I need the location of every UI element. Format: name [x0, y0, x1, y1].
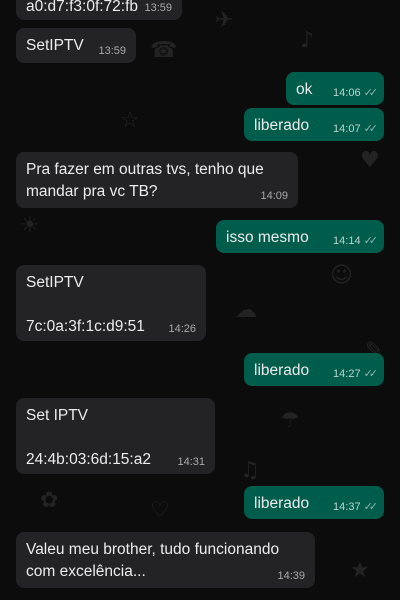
note-doodle-icon: ♫	[240, 458, 260, 483]
music-doodle-icon: ♪	[300, 28, 315, 53]
read-receipt-icon: ✓✓	[363, 234, 379, 247]
star2-doodle-icon: ★	[350, 558, 370, 583]
message-time: 14:39	[277, 570, 305, 582]
message-bubble-outgoing[interactable]: liberado 14:07 ✓✓	[244, 108, 384, 141]
message-bubble-outgoing[interactable]: ok 14:06 ✓✓	[286, 72, 384, 105]
message-bubble-incoming[interactable]: SetIPTV 7c:0a:3f:1c:d9:51 14:26	[16, 265, 206, 341]
message-bubble-outgoing[interactable]: liberado 14:27 ✓✓	[244, 353, 384, 386]
message-time: 13:59	[98, 45, 126, 57]
message-time: 14:31	[177, 456, 205, 468]
message-bubble-incoming[interactable]: a0:d7:f3:0f:72:fb 13:59	[16, 0, 182, 20]
message-bubble-incoming[interactable]: Valeu meu brother, tudo funcionando com …	[16, 532, 315, 588]
sun-doodle-icon: ☀	[20, 213, 40, 238]
message-time: 14:26	[168, 323, 196, 335]
message-bubble-outgoing[interactable]: isso mesmo 14:14 ✓✓	[216, 220, 384, 253]
message-bubble-incoming[interactable]: Set IPTV 24:4b:03:6d:15:a2 14:31	[16, 398, 215, 474]
message-text: Pra fazer em outras tvs, tenho que manda…	[26, 161, 269, 200]
read-receipt-icon: ✓✓	[363, 122, 379, 135]
read-receipt-icon: ✓✓	[363, 500, 379, 513]
heart-doodle-icon: ♥	[360, 148, 380, 173]
message-text: isso mesmo	[226, 229, 309, 246]
message-time: 14:07	[333, 123, 361, 135]
star-doodle-icon: ☆	[120, 108, 140, 133]
umbrella-doodle-icon: ☂	[280, 408, 300, 433]
message-text: SetIPTV	[26, 37, 84, 54]
message-text: liberado	[254, 117, 310, 134]
message-bubble-incoming[interactable]: Pra fazer em outras tvs, tenho que manda…	[16, 152, 298, 208]
message-text: liberado	[254, 362, 310, 379]
message-time: 14:37	[333, 501, 361, 513]
message-time: 14:06	[333, 87, 361, 99]
message-meta: 14:37 ✓✓	[333, 500, 379, 514]
message-meta: 14:14 ✓✓	[333, 234, 379, 248]
message-text: Set IPTV 24:4b:03:6d:15:a2	[26, 407, 151, 468]
camera-doodle-icon: ✈	[215, 8, 234, 33]
flower-doodle-icon: ✿	[40, 488, 59, 513]
message-meta: 14:06 ✓✓	[333, 86, 379, 100]
read-receipt-icon: ✓✓	[363, 367, 379, 380]
message-time: 14:14	[333, 235, 361, 247]
message-text: liberado	[254, 495, 310, 512]
message-time: 14:27	[333, 368, 361, 380]
cloud-doodle-icon: ☁	[235, 298, 257, 323]
message-bubble-outgoing[interactable]: liberado 14:37 ✓✓	[244, 486, 384, 519]
message-meta: 14:07 ✓✓	[333, 122, 379, 136]
message-text: Valeu meu brother, tudo funcionando com …	[26, 541, 284, 580]
heart2-doodle-icon: ♡	[150, 498, 170, 523]
message-text: SetIPTV 7c:0a:3f:1c:d9:51	[26, 274, 145, 335]
smile-doodle-icon: ☺	[330, 263, 353, 288]
message-meta: 14:27 ✓✓	[333, 367, 379, 381]
message-time: 13:59	[144, 2, 172, 14]
read-receipt-icon: ✓✓	[363, 86, 379, 99]
message-text: a0:d7:f3:0f:72:fb	[26, 0, 139, 15]
message-bubble-incoming[interactable]: SetIPTV 13:59	[16, 28, 136, 63]
message-text: ok	[296, 81, 313, 98]
phone-doodle-icon: ☎	[150, 38, 178, 63]
message-time: 14:09	[260, 190, 288, 202]
